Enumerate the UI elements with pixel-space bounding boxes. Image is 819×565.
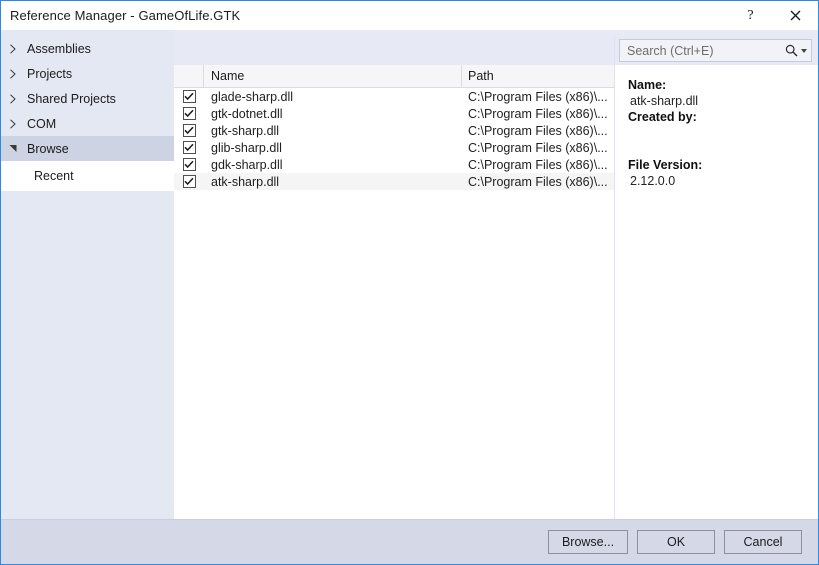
close-button[interactable] <box>773 1 818 30</box>
checkbox-checked-icon[interactable] <box>182 141 196 154</box>
sidebar-item-label: COM <box>27 116 57 131</box>
grid-rows: glade-sharp.dll C:\Program Files (x86)\.… <box>174 88 614 519</box>
column-header-checkbox[interactable] <box>174 65 204 87</box>
table-row[interactable]: gtk-dotnet.dll C:\Program Files (x86)\..… <box>174 105 614 122</box>
detail-name-value: atk-sharp.dll <box>630 94 699 108</box>
row-checkbox-cell[interactable] <box>174 124 204 137</box>
row-name: glade-sharp.dll <box>211 89 293 104</box>
sidebar-item-projects[interactable]: Projects <box>1 61 174 86</box>
column-header-name[interactable]: Name <box>204 65 462 87</box>
row-checkbox-cell[interactable] <box>174 107 204 120</box>
sidebar-item-label: Shared Projects <box>27 91 116 106</box>
checkbox-checked-icon[interactable] <box>182 90 196 103</box>
chevron-right-icon <box>9 118 25 129</box>
title-bar-buttons: ? <box>728 1 818 30</box>
sidebar-item-label: Assemblies <box>27 41 91 56</box>
checkbox-checked-icon[interactable] <box>182 124 196 137</box>
row-path: C:\Program Files (x86)\... <box>468 174 608 189</box>
search-icon[interactable] <box>785 44 798 57</box>
list-top-spacer <box>174 36 614 65</box>
close-icon <box>790 10 801 21</box>
checkbox-checked-icon[interactable] <box>182 107 196 120</box>
row-name: gtk-dotnet.dll <box>211 106 283 121</box>
checkbox-checked-icon[interactable] <box>182 175 196 188</box>
table-row[interactable]: glib-sharp.dll C:\Program Files (x86)\..… <box>174 139 614 156</box>
detail-file-version-label: File Version: <box>628 158 703 172</box>
dialog-body: Assemblies Projects Shared Projects COM <box>1 30 818 519</box>
search-icon-group <box>785 44 807 57</box>
row-checkbox-cell[interactable] <box>174 141 204 154</box>
detail-name-label: Name: <box>628 78 667 92</box>
table-row[interactable]: atk-sharp.dll C:\Program Files (x86)\... <box>174 173 614 190</box>
help-button[interactable]: ? <box>728 1 773 30</box>
detail-spacer <box>628 141 818 157</box>
row-path: C:\Program Files (x86)\... <box>468 140 608 155</box>
row-checkbox-cell[interactable] <box>174 175 204 188</box>
sidebar-item-com[interactable]: COM <box>1 111 174 136</box>
row-checkbox-cell[interactable] <box>174 90 204 103</box>
details-body: Name: atk-sharp.dll Created by: File Ver… <box>615 65 818 519</box>
reference-list-pane: Name Path glade-sharp.dll C:\Program Fil… <box>174 36 615 519</box>
chevron-right-icon <box>9 68 25 79</box>
row-name: glib-sharp.dll <box>211 140 282 155</box>
row-name: gdk-sharp.dll <box>211 157 283 172</box>
chevron-right-icon <box>9 43 25 54</box>
table-row[interactable]: glade-sharp.dll C:\Program Files (x86)\.… <box>174 88 614 105</box>
table-row[interactable]: gdk-sharp.dll C:\Program Files (x86)\... <box>174 156 614 173</box>
title-bar: Reference Manager - GameOfLife.GTK ? <box>1 1 818 30</box>
dialog-footer: Browse... OK Cancel <box>1 519 818 564</box>
row-checkbox-cell[interactable] <box>174 158 204 171</box>
search-input[interactable]: Search (Ctrl+E) <box>619 39 812 62</box>
chevron-right-icon <box>9 93 25 104</box>
row-path: C:\Program Files (x86)\... <box>468 123 608 138</box>
sidebar-item-browse[interactable]: Browse <box>1 136 174 161</box>
reference-manager-dialog: Reference Manager - GameOfLife.GTK ? Ass… <box>0 0 819 565</box>
detail-created-by-label: Created by: <box>628 110 697 124</box>
category-sidebar: Assemblies Projects Shared Projects COM <box>1 30 174 519</box>
search-bar: Search (Ctrl+E) <box>615 36 818 65</box>
detail-created-by-value <box>628 125 818 141</box>
sidebar-subitem-label: Recent <box>34 169 74 183</box>
column-header-path[interactable]: Path <box>462 65 614 87</box>
grid-header: Name Path <box>174 65 614 88</box>
table-row[interactable]: gtk-sharp.dll C:\Program Files (x86)\... <box>174 122 614 139</box>
cancel-button[interactable]: Cancel <box>724 530 802 554</box>
chevron-down-icon <box>9 144 25 153</box>
window-title: Reference Manager - GameOfLife.GTK <box>10 8 241 23</box>
details-pane: Search (Ctrl+E) Name: atk-sharp.dll Crea… <box>615 36 818 519</box>
chevron-down-icon[interactable] <box>801 48 807 53</box>
browse-button[interactable]: Browse... <box>548 530 628 554</box>
row-name: gtk-sharp.dll <box>211 123 280 138</box>
sidebar-item-shared-projects[interactable]: Shared Projects <box>1 86 174 111</box>
row-name: atk-sharp.dll <box>211 174 280 189</box>
sidebar-item-assemblies[interactable]: Assemblies <box>1 36 174 61</box>
search-placeholder: Search (Ctrl+E) <box>627 43 714 58</box>
sidebar-item-label: Projects <box>27 66 73 81</box>
row-path: C:\Program Files (x86)\... <box>468 89 608 104</box>
detail-file-version-value: 2.12.0.0 <box>630 174 676 188</box>
sidebar-item-recent[interactable]: Recent <box>1 161 174 191</box>
row-path: C:\Program Files (x86)\... <box>468 106 608 121</box>
checkbox-checked-icon[interactable] <box>182 158 196 171</box>
sidebar-item-label: Browse <box>27 141 69 156</box>
ok-button[interactable]: OK <box>637 530 715 554</box>
row-path: C:\Program Files (x86)\... <box>468 157 608 172</box>
